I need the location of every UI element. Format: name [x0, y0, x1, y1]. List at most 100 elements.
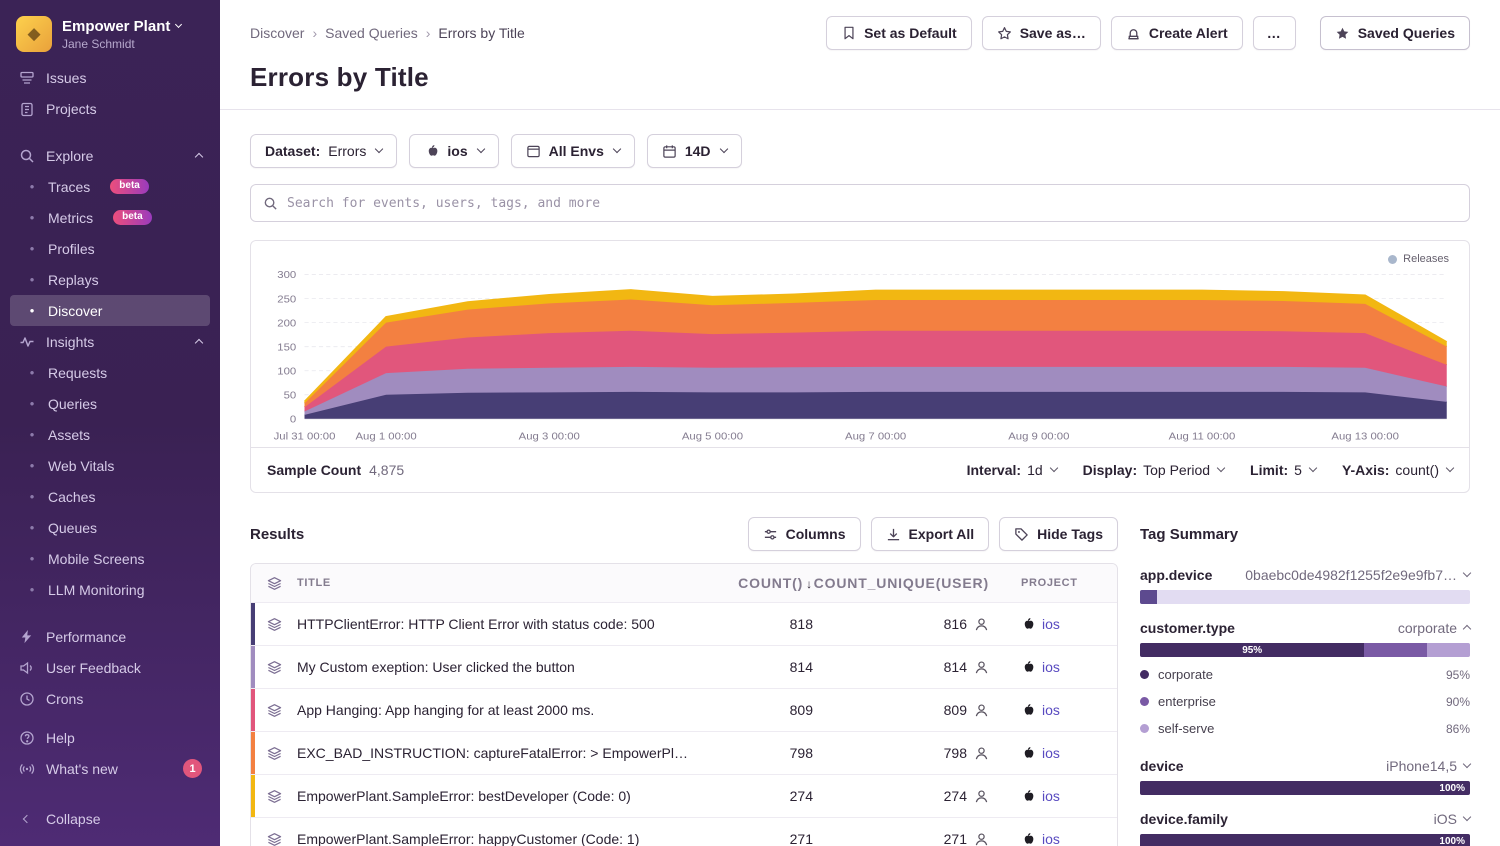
- sidebar-item-help[interactable]: Help: [10, 722, 210, 753]
- sliders-icon: [763, 527, 778, 542]
- svg-text:Aug 1 00:00: Aug 1 00:00: [356, 431, 417, 442]
- table-row[interactable]: HTTPClientError: HTTP Client Error with …: [251, 602, 1117, 645]
- error-title[interactable]: EmpowerPlant.SampleError: happyCustomer …: [297, 831, 707, 846]
- sidebar-item-requests[interactable]: Requests: [10, 357, 210, 388]
- save-as-button[interactable]: Save as…: [982, 16, 1101, 50]
- sidebar-item-whats-new[interactable]: What's new 1: [10, 753, 210, 784]
- sidebar-collapse-button[interactable]: Collapse: [10, 803, 210, 834]
- error-title[interactable]: EXC_BAD_INSTRUCTION: captureFatalError: …: [297, 745, 707, 761]
- sidebar-item-discover[interactable]: Discover: [10, 295, 210, 326]
- tag-distribution-bar[interactable]: [1140, 590, 1470, 604]
- count-value: 274: [707, 788, 817, 804]
- sidebar-item-llm-monitoring[interactable]: LLM Monitoring: [10, 574, 210, 605]
- environment-selector[interactable]: All Envs: [511, 134, 635, 168]
- table-row[interactable]: App Hanging: App hanging for at least 20…: [251, 688, 1117, 731]
- sidebar-item-user-feedback[interactable]: User Feedback: [10, 652, 210, 683]
- interval-selector[interactable]: Interval: 1d: [967, 462, 1057, 478]
- bullet-icon: [26, 551, 38, 566]
- project-link[interactable]: ios: [1042, 745, 1060, 761]
- header-project: PROJECT: [997, 577, 1117, 589]
- yaxis-selector[interactable]: Y-Axis: count(): [1342, 462, 1453, 478]
- chevron-down-icon: [1049, 464, 1057, 472]
- tag-legend-item[interactable]: corporate 95%: [1140, 661, 1470, 688]
- error-title[interactable]: HTTPClientError: HTTP Client Error with …: [297, 616, 707, 632]
- stacked-area-chart[interactable]: 050100150200250300Jul 31 00:00Aug 1 00:0…: [257, 267, 1455, 445]
- count-unique-value: 798: [944, 745, 967, 761]
- bullet-icon: [26, 520, 38, 535]
- table-row[interactable]: EmpowerPlant.SampleError: happyCustomer …: [251, 817, 1117, 846]
- bullet-icon: [26, 179, 38, 194]
- projects-icon: [18, 100, 35, 117]
- create-alert-button[interactable]: Create Alert: [1111, 16, 1243, 50]
- display-selector[interactable]: Display: Top Period: [1083, 462, 1224, 478]
- more-options-button[interactable]: …: [1253, 16, 1296, 50]
- breadcrumb-discover[interactable]: Discover: [250, 25, 304, 41]
- breadcrumb-current: Errors by Title: [438, 25, 524, 41]
- tag-distribution-bar[interactable]: 100%: [1140, 781, 1470, 795]
- bullet-icon: [26, 396, 38, 411]
- sidebar-item-replays[interactable]: Replays: [10, 264, 210, 295]
- breadcrumb-saved-queries[interactable]: Saved Queries: [325, 25, 418, 41]
- lightning-icon: [18, 628, 35, 645]
- sidebar-item-assets[interactable]: Assets: [10, 419, 210, 450]
- table-row[interactable]: EmpowerPlant.SampleError: bestDeveloper …: [251, 774, 1117, 817]
- header-count-unique[interactable]: COUNT_UNIQUE(USER): [817, 575, 997, 591]
- breadcrumb: Discover Saved Queries Errors by Title: [250, 25, 525, 41]
- hide-tags-button[interactable]: Hide Tags: [999, 517, 1118, 551]
- project-link[interactable]: ios: [1042, 831, 1060, 846]
- sidebar-item-caches[interactable]: Caches: [10, 481, 210, 512]
- project-selector[interactable]: ios: [409, 134, 498, 168]
- tag-legend-item[interactable]: self-serve 86%: [1140, 715, 1470, 742]
- table-row[interactable]: EXC_BAD_INSTRUCTION: captureFatalError: …: [251, 731, 1117, 774]
- sidebar-item-crons[interactable]: Crons: [10, 683, 210, 714]
- project-link[interactable]: ios: [1042, 702, 1060, 718]
- count-value: 814: [707, 659, 817, 675]
- bookmark-icon: [841, 26, 856, 41]
- dataset-selector[interactable]: Dataset: Errors: [250, 134, 397, 168]
- sidebar-item-web-vitals[interactable]: Web Vitals: [10, 450, 210, 481]
- svg-text:Jul 31 00:00: Jul 31 00:00: [274, 431, 336, 442]
- sidebar-section-explore[interactable]: Explore: [10, 140, 210, 171]
- apple-icon: [1021, 660, 1035, 674]
- project-link[interactable]: ios: [1042, 659, 1060, 675]
- error-title[interactable]: EmpowerPlant.SampleError: bestDeveloper …: [297, 788, 707, 804]
- sidebar-item-metrics[interactable]: Metricsbeta: [10, 202, 210, 233]
- sidebar-item-queues[interactable]: Queues: [10, 512, 210, 543]
- search-input[interactable]: [287, 196, 1457, 211]
- count-value: 809: [707, 702, 817, 718]
- series-color-bar: [251, 689, 255, 731]
- tag-distribution-bar[interactable]: 95%: [1140, 643, 1470, 657]
- error-title[interactable]: My Custom exeption: User clicked the but…: [297, 659, 707, 675]
- legend-dot-icon: [1140, 724, 1149, 733]
- apple-icon: [424, 144, 439, 159]
- user-icon: [974, 703, 989, 718]
- export-all-button[interactable]: Export All: [871, 517, 990, 551]
- sidebar-item-performance[interactable]: Performance: [10, 621, 210, 652]
- sidebar-item-profiles[interactable]: Profiles: [10, 233, 210, 264]
- header-count[interactable]: COUNT()↓: [707, 575, 817, 591]
- sidebar-item-queries[interactable]: Queries: [10, 388, 210, 419]
- chart-legend[interactable]: Releases: [257, 251, 1455, 267]
- table-row[interactable]: My Custom exeption: User clicked the but…: [251, 645, 1117, 688]
- error-title[interactable]: App Hanging: App hanging for at least 20…: [297, 702, 707, 718]
- project-link[interactable]: ios: [1042, 616, 1060, 632]
- org-switcher[interactable]: Empower Plant Jane Schmidt: [10, 14, 210, 62]
- set-as-default-button[interactable]: Set as Default: [826, 16, 972, 50]
- tag-distribution-bar[interactable]: 100%: [1140, 834, 1470, 846]
- bullet-icon: [26, 365, 38, 380]
- tag-legend-item[interactable]: enterprise 90%: [1140, 688, 1470, 715]
- limit-selector[interactable]: Limit: 5: [1250, 462, 1316, 478]
- sidebar-item-mobile-screens[interactable]: Mobile Screens: [10, 543, 210, 574]
- sidebar-item-issues[interactable]: Issues: [10, 62, 210, 93]
- sidebar-item-traces[interactable]: Tracesbeta: [10, 171, 210, 202]
- user-icon: [974, 789, 989, 804]
- date-range-selector[interactable]: 14D: [647, 134, 742, 168]
- count-unique-value: 816: [944, 616, 967, 632]
- sidebar-item-projects[interactable]: Projects: [10, 93, 210, 124]
- saved-queries-button[interactable]: Saved Queries: [1320, 16, 1470, 50]
- sidebar-section-insights[interactable]: Insights: [10, 326, 210, 357]
- user-icon: [974, 746, 989, 761]
- project-link[interactable]: ios: [1042, 788, 1060, 804]
- columns-button[interactable]: Columns: [748, 517, 861, 551]
- tag-device-family: device.family iOS 100%: [1140, 811, 1470, 846]
